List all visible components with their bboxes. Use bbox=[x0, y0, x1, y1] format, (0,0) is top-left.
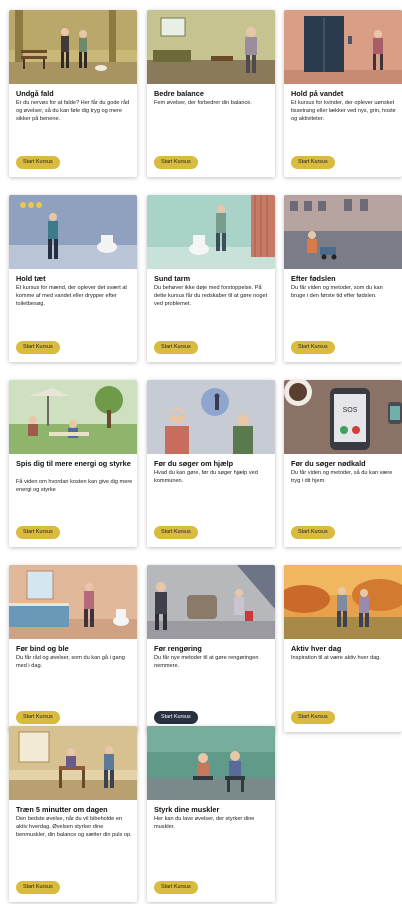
card-title: Undgå fald bbox=[16, 89, 54, 98]
course-card-aktiv-hver-dag[interactable]: Aktiv hver dag Inspiration til at være a… bbox=[284, 565, 402, 732]
bathroom-man-illustration bbox=[9, 195, 137, 269]
phone-sos-illustration: SOS bbox=[284, 380, 402, 454]
living-room-illustration bbox=[147, 10, 275, 84]
course-grid: Undgå fald Er du nervøs for at falde? He… bbox=[0, 0, 402, 904]
card-description: Du behøver ikke døje med forstoppelse. P… bbox=[154, 285, 268, 307]
course-card-for-du-soger-om-hjaelp[interactable]: Før du søger om hjælp Hvad du kan gøre, … bbox=[147, 380, 275, 547]
course-card-styrk-dine-muskler[interactable]: Styrk dine muskler Her kan du lave øvels… bbox=[147, 726, 275, 902]
course-card-spis-dig[interactable]: Spis dig til mere energi og styrke Få vi… bbox=[9, 380, 137, 547]
card-description: Du får råd og øvelser, som du kan gå i g… bbox=[16, 655, 125, 669]
autumn-walk-illustration bbox=[284, 565, 402, 639]
card-title: Før du søger om hjælp bbox=[154, 459, 234, 468]
course-card-for-rengoring[interactable]: Før rengøring Du får nye metoder til at … bbox=[147, 565, 275, 732]
start-course-button[interactable]: Start Kursus bbox=[154, 711, 198, 724]
start-course-button[interactable]: Start Kursus bbox=[154, 526, 198, 539]
start-course-button[interactable]: Start Kursus bbox=[154, 341, 198, 354]
start-course-button[interactable]: Start Kursus bbox=[16, 526, 60, 539]
card-title: Før du søger nødkald bbox=[291, 459, 366, 468]
street-stroller-illustration bbox=[284, 195, 402, 269]
seated-couple-illustration bbox=[147, 726, 275, 800]
course-card-hold-taet[interactable]: Hold tæt Et kursus for mænd, der oplever… bbox=[9, 195, 137, 362]
toilet-illustration bbox=[147, 195, 275, 269]
card-title: Spis dig til mere energi og styrke bbox=[16, 459, 131, 468]
course-card-efter-fodslen[interactable]: Efter fødslen Du får viden og metoder, s… bbox=[284, 195, 402, 362]
svg-text:SOS: SOS bbox=[343, 407, 358, 414]
course-card-for-bind-og-ble[interactable]: Før bind og ble Du får råd og øvelser, s… bbox=[9, 565, 137, 732]
card-title: Før bind og ble bbox=[16, 644, 69, 653]
card-title: Sund tarm bbox=[154, 274, 191, 283]
start-course-button[interactable]: Start Kursus bbox=[16, 156, 60, 169]
start-course-button[interactable]: Start Kursus bbox=[291, 341, 335, 354]
start-course-button[interactable]: Start Kursus bbox=[154, 881, 198, 894]
course-card-for-du-soger-nodkald[interactable]: SOS Før du søger nødkald Du får viden og… bbox=[284, 380, 402, 547]
course-card-sund-tarm[interactable]: Sund tarm Du behøver ikke døje med forst… bbox=[147, 195, 275, 362]
card-title: Hold på vandet bbox=[291, 89, 344, 98]
card-description: Du får viden og metoder, så du kan være … bbox=[291, 470, 393, 484]
start-course-button[interactable]: Start Kursus bbox=[291, 711, 335, 724]
card-description: Inspiration til at være aktiv hver dag. bbox=[291, 655, 381, 661]
card-title: Aktiv hver dag bbox=[291, 644, 342, 653]
start-course-button[interactable]: Start Kursus bbox=[154, 156, 198, 169]
card-title: Før rengøring bbox=[154, 644, 202, 653]
card-title: Træn 5 minutter om dagen bbox=[16, 805, 108, 814]
card-description: Et kursus for kvinder, der oplever uønsk… bbox=[291, 100, 396, 122]
card-description: Er du nervøs for at falde? Her får du go… bbox=[16, 100, 130, 122]
chair-exercise-illustration bbox=[9, 726, 137, 800]
card-description: Her kan du lave øvelser, der styrker din… bbox=[154, 816, 255, 830]
card-description: Du får viden og metoder, som du kan brug… bbox=[291, 285, 383, 299]
start-course-button[interactable]: Start Kursus bbox=[16, 341, 60, 354]
cleaning-illustration bbox=[147, 565, 275, 639]
card-description: Hvad du kan gøre, før du søger hjælp ved… bbox=[154, 470, 258, 484]
conversation-illustration bbox=[147, 380, 275, 454]
card-title: Efter fødslen bbox=[291, 274, 336, 283]
picnic-illustration bbox=[9, 380, 137, 454]
course-card-traen-5-minutter[interactable]: Træn 5 minutter om dagen Den bedste øvel… bbox=[9, 726, 137, 902]
card-description: Den bedste øvelse, når du vil bibeholde … bbox=[16, 816, 132, 838]
start-course-button[interactable]: Start Kursus bbox=[291, 156, 335, 169]
card-description: Du får nye metoder til at gøre rengøring… bbox=[154, 655, 259, 669]
card-description: Et kursus for mænd, der oplever det svær… bbox=[16, 285, 127, 307]
card-title: Bedre balance bbox=[154, 89, 204, 98]
course-card-hold-pa-vandet[interactable]: Hold på vandet Et kursus for kvinder, de… bbox=[284, 10, 402, 177]
course-card-undga-fald[interactable]: Undgå fald Er du nervøs for at falde? He… bbox=[9, 10, 137, 177]
card-description: Få viden om hvordan kosten kan give dig … bbox=[16, 479, 133, 493]
start-course-button[interactable]: Start Kursus bbox=[291, 526, 335, 539]
card-title: Styrk dine muskler bbox=[154, 805, 220, 814]
card-title: Hold tæt bbox=[16, 274, 46, 283]
park-walk-illustration bbox=[9, 10, 137, 84]
elevator-illustration bbox=[284, 10, 402, 84]
start-course-button[interactable]: Start Kursus bbox=[16, 711, 60, 724]
course-card-bedre-balance[interactable]: Bedre balance Fem øvelser, der forbedrer… bbox=[147, 10, 275, 177]
kitchen-illustration bbox=[9, 565, 137, 639]
start-course-button[interactable]: Start Kursus bbox=[16, 881, 60, 894]
card-description: Fem øvelser, der forbedrer din balance. bbox=[154, 100, 252, 106]
